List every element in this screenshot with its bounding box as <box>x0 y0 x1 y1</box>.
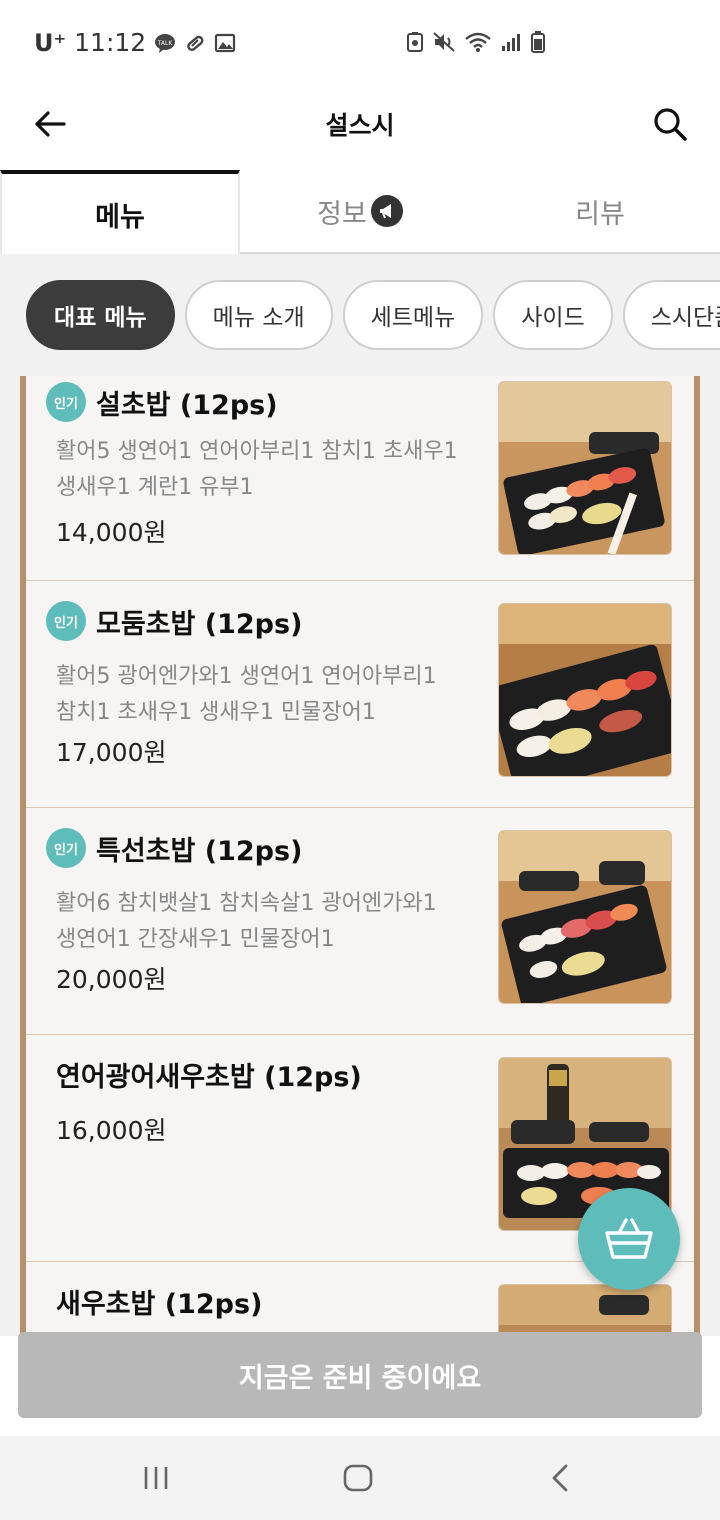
home-button[interactable] <box>338 1458 378 1498</box>
item-name: 특선초밥 (12ps) <box>96 835 303 867</box>
item-head: 인기 모둠초밥 (12ps) <box>46 601 302 641</box>
basket-icon <box>605 1218 653 1259</box>
cart-button[interactable] <box>578 1188 680 1290</box>
pill-icon <box>187 35 204 51</box>
svg-text:TALK: TALK <box>157 40 174 47</box>
tab-label: 메뉴 <box>95 201 145 233</box>
item-photo <box>498 830 672 1004</box>
recent-apps-icon <box>144 1467 168 1489</box>
page-title: 설스시 <box>325 111 395 140</box>
chip-featured-menu[interactable]: 대표 메뉴 <box>26 280 175 350</box>
battery-icon <box>531 31 545 53</box>
popular-badge: 인기 <box>46 828 86 868</box>
item-description: 활어5 광어엔가와1 생연어1 연어아부리1 참치1 초새우1 생새우1 민물장… <box>56 659 496 731</box>
item-name: 설초밥 (12ps) <box>96 389 278 421</box>
status-bar: U⁺ 11:12 TALK <box>0 0 720 88</box>
item-head: 새우초밥 (12ps) <box>56 1282 262 1321</box>
talk-icon: TALK <box>155 33 176 53</box>
tab-label: 리뷰 <box>575 198 625 230</box>
recent-apps-button[interactable] <box>136 1458 176 1498</box>
chip-set-menu[interactable]: 세트메뉴 <box>342 280 484 350</box>
chip-sushi-single[interactable]: 스시단품메뉴 <box>622 280 720 350</box>
tab-menu[interactable]: 메뉴 <box>0 170 240 254</box>
search-icon <box>654 108 687 141</box>
item-desc-line: 생새우1 계란1 유부1 <box>56 475 254 500</box>
item-head: 연어광어새우초밥 (12ps) <box>56 1055 362 1094</box>
tab-label: 정보 <box>317 198 367 230</box>
item-description: 활어6 참치뱃살1 참치속살1 광어엔가와1 생연어1 간장새우1 민물장어1 <box>56 886 496 958</box>
status-left: U⁺ 11:12 TALK <box>34 28 236 57</box>
item-desc-line: 활어5 생연어1 연어아부리1 참치1 초새우1 <box>56 439 458 464</box>
tab-review[interactable]: 리뷰 <box>480 170 720 252</box>
chip-side[interactable]: 사이드 <box>493 280 613 350</box>
chip-row: 대표 메뉴 메뉴 소개 세트메뉴 사이드 스시단품메뉴 <box>26 280 720 350</box>
chip-menu-intro[interactable]: 메뉴 소개 <box>184 280 333 350</box>
item-photo <box>498 603 672 777</box>
carrier-label: U⁺ <box>34 28 67 57</box>
item-desc-line: 참치1 초새우1 생새우1 민물장어1 <box>56 700 376 725</box>
item-photo <box>498 381 672 555</box>
home-icon <box>343 1464 373 1492</box>
menu-item[interactable]: 인기 모둠초밥 (12ps) 활어5 광어엔가와1 생연어1 연어아부리1 참치… <box>26 581 694 808</box>
popular-badge: 인기 <box>46 382 86 422</box>
wifi-icon <box>465 32 491 52</box>
item-name: 연어광어새우초밥 (12ps) <box>56 1062 362 1093</box>
item-description: 활어5 생연어1 연어아부리1 참치1 초새우1 생새우1 계란1 유부1 <box>56 434 496 506</box>
category-chips: 대표 메뉴 메뉴 소개 세트메뉴 사이드 스시단품메뉴 <box>0 254 720 376</box>
tab-info[interactable]: 정보 <box>240 170 480 252</box>
system-nav-bar <box>0 1436 720 1520</box>
menu-frame: 인기 설초밥 (12ps) 활어5 생연어1 연어아부리1 참치1 초새우1 생… <box>20 376 700 1336</box>
menu-item[interactable]: 인기 설초밥 (12ps) 활어5 생연어1 연어아부리1 참치1 초새우1 생… <box>26 376 694 581</box>
nav-back-button[interactable] <box>540 1458 580 1498</box>
item-photo <box>498 1284 672 1336</box>
popular-badge: 인기 <box>46 601 86 641</box>
item-desc-line: 생연어1 간장새우1 민물장어1 <box>56 927 335 952</box>
signal-icon <box>502 34 520 51</box>
back-icon <box>552 1464 568 1492</box>
search-button[interactable] <box>648 102 692 146</box>
menu-item[interactable]: 인기 특선초밥 (12ps) 활어6 참치뱃살1 참치속살1 광어엔가와1 생연… <box>26 808 694 1035</box>
item-head: 인기 설초밥 (12ps) <box>46 382 278 422</box>
item-desc-line: 활어5 광어엔가와1 생연어1 연어아부리1 <box>56 664 437 689</box>
item-price: 20,000원 <box>56 965 167 994</box>
battery-saver-icon <box>407 32 423 52</box>
item-price: 14,000원 <box>56 518 167 547</box>
megaphone-icon <box>370 195 403 227</box>
app-header: 설스시 <box>0 88 720 170</box>
item-name: 새우초밥 (12ps) <box>56 1289 263 1320</box>
mute-icon <box>433 32 455 52</box>
item-price: 17,000원 <box>56 738 167 767</box>
item-desc-line: 활어6 참치뱃살1 참치속살1 광어엔가와1 <box>56 891 437 916</box>
order-unavailable-button[interactable]: 지금은 준비 중이에요 <box>18 1332 702 1418</box>
status-right <box>406 30 546 54</box>
item-head: 인기 특선초밥 (12ps) <box>46 828 302 868</box>
item-name: 모둠초밥 (12ps) <box>96 608 303 640</box>
status-time: 11:12 <box>74 28 147 57</box>
image-icon <box>215 33 236 52</box>
item-price: 16,000원 <box>56 1116 167 1145</box>
store-tabs: 메뉴 정보 리뷰 <box>0 170 720 254</box>
